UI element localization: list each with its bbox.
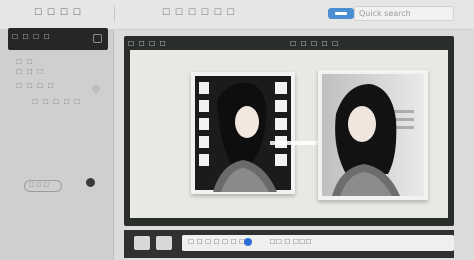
playhead-handle[interactable] (244, 238, 252, 246)
selected-item-label: ☐ ☐ ☐ ☐ (12, 33, 51, 41)
editor-toolbar-right[interactable]: ☐ ☐ ☐ ☐ ☐ (290, 40, 339, 48)
stop-button[interactable] (156, 236, 172, 250)
sidebar-line-1[interactable]: ☐ ☐ (16, 58, 34, 66)
editor-toolbar-left[interactable]: ☐ ☐ ☐ ☐ (128, 40, 167, 48)
sidebar-line-2[interactable]: ☐ ☐ ☐ (16, 68, 44, 76)
source-image-frame[interactable] (191, 72, 295, 194)
app-title: ☐ ☐ ☐ ☐ (34, 8, 82, 18)
option-pill[interactable]: ☐ ☐ ☐ (24, 180, 62, 192)
timeline-time: ☐☐ ☐ ☐☐☐ (269, 238, 312, 246)
timeline-bar[interactable]: ☐ ☐ ☐ ☐ ☐ ☐ ☐ ☐☐ ☐ ☐☐☐ (182, 235, 454, 251)
search-input[interactable]: Quick search (354, 6, 454, 21)
sidebar-line-3[interactable]: ☐ ☐ ☐ ☐ (16, 82, 55, 90)
window-title: ☐ ☐ ☐ ☐ ☐ ☐ (162, 8, 236, 18)
sidebar-line-4[interactable]: ☐ ☐ ☐ ☐ ☐ (32, 98, 81, 106)
result-image-frame[interactable] (318, 70, 428, 200)
toggle-dot-icon[interactable] (92, 85, 100, 93)
tab-divider (114, 6, 154, 22)
square-icon[interactable] (93, 34, 102, 43)
source-image (195, 76, 291, 192)
radio-dot-icon[interactable] (86, 178, 95, 187)
result-image (322, 74, 424, 196)
search-button[interactable] (328, 8, 354, 19)
play-button[interactable] (134, 236, 150, 250)
timeline-label: ☐ ☐ ☐ ☐ ☐ ☐ ☐ (188, 238, 246, 246)
